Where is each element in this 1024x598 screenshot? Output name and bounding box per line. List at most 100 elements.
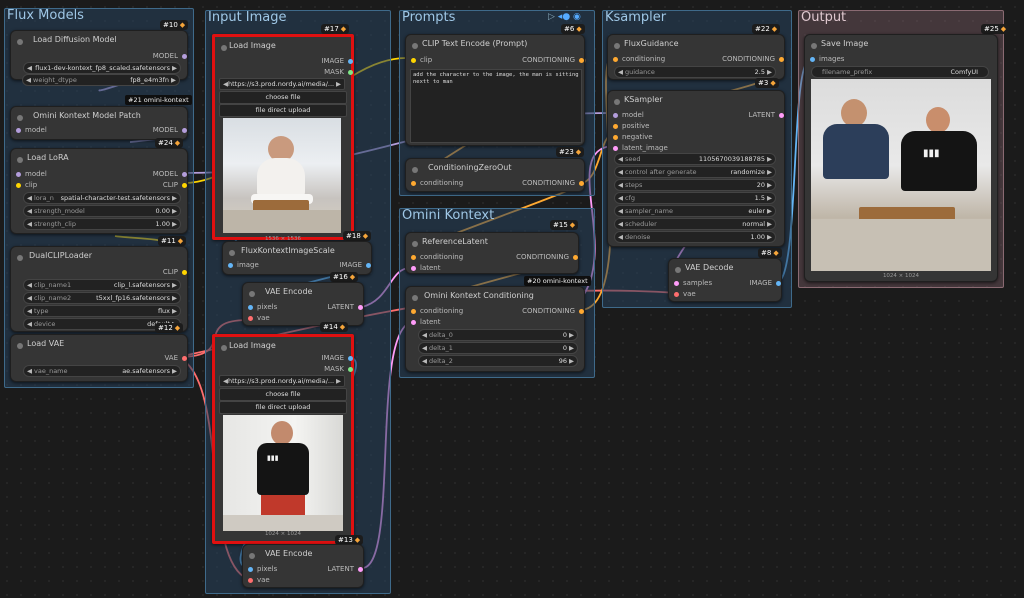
input-vae[interactable]: vae: [248, 314, 270, 322]
node-collapse-dot[interactable]: [614, 99, 620, 105]
input-latent-image[interactable]: latent_image: [613, 144, 668, 152]
output-conditioning[interactable]: CONDITIONING: [522, 307, 584, 315]
eye-icon[interactable]: ◉: [573, 12, 581, 22]
load-lora-node[interactable]: Load LoRA model clip MODEL CLIP ◀ lora_n s…: [10, 148, 188, 234]
output-mask[interactable]: MASK: [324, 68, 353, 76]
dual-clip-loader-node[interactable]: DualCLIPLoader CLIP ◀ clip_name1 clip_l.sa…: [10, 246, 188, 332]
output-latent[interactable]: LATENT: [327, 565, 363, 573]
file-upload-button[interactable]: file direct upload: [219, 401, 347, 414]
output-mask[interactable]: MASK: [324, 365, 353, 373]
output-clip[interactable]: CLIP: [163, 268, 187, 276]
input-conditioning[interactable]: conditioning: [613, 55, 665, 63]
node-collapse-dot[interactable]: [412, 241, 418, 247]
vae-encode-node-2[interactable]: VAE Encode pixels vae LATENT: [242, 544, 364, 588]
sampler-name-combo[interactable]: ◀ sampler_name euler ▶: [614, 205, 776, 217]
node-collapse-dot[interactable]: [229, 250, 235, 256]
lora-name-combo[interactable]: ◀ lora_n spatial-character-test.safetensor…: [23, 192, 181, 204]
choose-file-button[interactable]: choose file: [219, 91, 347, 104]
input-clip[interactable]: clip: [16, 181, 37, 189]
load-diffusion-model-node[interactable]: Load Diffusion Model MODEL ◀ flux1-dev-ko…: [10, 30, 188, 80]
scheduler-combo[interactable]: ◀ scheduler normal ▶: [614, 218, 776, 230]
node-collapse-dot[interactable]: [249, 553, 255, 559]
image-url-combo[interactable]: ◀ https://s3.prod.nordy.ai/media/... ▶: [219, 78, 345, 90]
input-samples[interactable]: samples: [674, 279, 712, 287]
node-collapse-dot[interactable]: [614, 43, 620, 49]
control-after-generate-combo[interactable]: ◀ control after generate randomize ▶: [614, 166, 776, 178]
output-conditioning[interactable]: CONDITIONING: [522, 179, 584, 187]
conditioning-zero-out-node[interactable]: ConditioningZeroOut conditioning CONDITI…: [405, 158, 585, 192]
unet-name-combo[interactable]: ◀ flux1-dev-kontext_fp8_scaled.safetensor…: [23, 62, 181, 74]
node-collapse-dot[interactable]: [249, 291, 255, 297]
node-collapse-dot[interactable]: [412, 43, 418, 49]
input-conditioning[interactable]: conditioning: [411, 253, 463, 261]
delta-2-number[interactable]: ◀ delta_2 96 ▶: [418, 355, 578, 367]
node-collapse-dot[interactable]: [17, 157, 23, 163]
node-collapse-dot[interactable]: [221, 345, 227, 351]
output-image[interactable]: IMAGE: [339, 261, 371, 269]
strength-model-number[interactable]: ◀ strength_model 0.00 ▶: [23, 205, 181, 217]
node-collapse-dot[interactable]: [811, 43, 817, 49]
output-model[interactable]: MODEL: [153, 170, 187, 178]
load-image-node-1[interactable]: Load Image IMAGE MASK ◀ https://s3.prod.n…: [212, 34, 354, 242]
group-toolbar[interactable]: ▷ ◂● ◉: [548, 12, 581, 22]
strength-clip-number[interactable]: ◀ strength_clip 1.00 ▶: [23, 218, 181, 230]
flux-kontext-image-scale-node[interactable]: FluxKontextImageScale image IMAGE: [222, 241, 372, 275]
input-positive[interactable]: positive: [613, 122, 649, 130]
bypass-icon[interactable]: ◂●: [558, 12, 570, 22]
denoise-number[interactable]: ◀ denoise 1.00 ▶: [614, 231, 776, 243]
seed-number[interactable]: ◀ seed 1105670039188785 ▶: [614, 153, 776, 165]
output-image[interactable]: IMAGE: [321, 57, 353, 65]
play-icon[interactable]: ▷: [548, 12, 555, 22]
save-image-node[interactable]: Save Image images filename_prefix ComfyUI…: [804, 34, 998, 282]
choose-file-button[interactable]: choose file: [219, 388, 347, 401]
type-combo[interactable]: ◀ type flux ▶: [23, 305, 181, 317]
clip-text-encode-node[interactable]: CLIP Text Encode (Prompt) clip CONDITION…: [405, 34, 585, 146]
prompt-text-area[interactable]: add the character to the image, the man …: [410, 69, 582, 143]
input-image[interactable]: image: [228, 261, 259, 269]
guidance-number[interactable]: ◀ guidance 2.5 ▶: [614, 66, 776, 78]
input-negative[interactable]: negative: [613, 133, 653, 141]
delta-1-number[interactable]: ◀ delta_1 0 ▶: [418, 342, 578, 354]
node-collapse-dot[interactable]: [17, 255, 23, 261]
delta-0-number[interactable]: ◀ delta_0 0 ▶: [418, 329, 578, 341]
node-collapse-dot[interactable]: [675, 267, 681, 273]
input-pixels[interactable]: pixels: [248, 303, 277, 311]
output-image[interactable]: IMAGE: [749, 279, 781, 287]
vae-encode-node-1[interactable]: VAE Encode pixels vae LATENT: [242, 282, 364, 326]
file-upload-button[interactable]: file direct upload: [219, 104, 347, 117]
ksampler-node[interactable]: KSampler model positive negative latent_…: [607, 90, 785, 247]
input-conditioning[interactable]: conditioning: [411, 179, 463, 187]
node-collapse-dot[interactable]: [412, 295, 418, 301]
steps-number[interactable]: ◀ steps 20 ▶: [614, 179, 776, 191]
input-vae[interactable]: vae: [674, 290, 696, 298]
load-image-node-2[interactable]: Load Image IMAGE MASK ◀ https://s3.prod.n…: [212, 334, 354, 544]
vae-decode-node[interactable]: VAE Decode samples vae IMAGE: [668, 258, 782, 302]
node-collapse-dot[interactable]: [17, 343, 23, 349]
input-model[interactable]: model: [613, 111, 644, 119]
image-url-combo[interactable]: ◀ https://s3.prod.nordy.ai/media/... ▶: [219, 375, 345, 387]
input-vae[interactable]: vae: [248, 576, 270, 584]
cfg-number[interactable]: ◀ cfg 1.5 ▶: [614, 192, 776, 204]
node-collapse-dot[interactable]: [17, 115, 23, 121]
input-conditioning[interactable]: conditioning: [411, 307, 463, 315]
input-model[interactable]: model: [16, 126, 47, 134]
output-clip[interactable]: CLIP: [163, 181, 187, 189]
filename-prefix-field[interactable]: filename_prefix ComfyUI: [811, 66, 989, 78]
input-clip[interactable]: clip: [411, 56, 432, 64]
flux-guidance-node[interactable]: FluxGuidance conditioning CONDITIONING ◀…: [607, 34, 785, 80]
output-latent[interactable]: LATENT: [327, 303, 363, 311]
node-collapse-dot[interactable]: [412, 167, 418, 173]
output-conditioning[interactable]: CONDITIONING: [722, 55, 784, 63]
output-vae[interactable]: VAE: [164, 354, 187, 362]
clip-name2-combo[interactable]: ◀ clip_name2 t5xxl_fp16.safetensors ▶: [23, 292, 181, 304]
node-collapse-dot[interactable]: [17, 39, 23, 45]
input-latent[interactable]: latent: [411, 318, 440, 326]
output-image[interactable]: IMAGE: [321, 354, 353, 362]
clip-name1-combo[interactable]: ◀ clip_name1 clip_l.safetensors ▶: [23, 279, 181, 291]
output-model[interactable]: MODEL: [153, 52, 187, 60]
input-model[interactable]: model: [16, 170, 47, 178]
output-latent[interactable]: LATENT: [748, 111, 784, 119]
reference-latent-node[interactable]: ReferenceLatent conditioning latent COND…: [405, 232, 579, 274]
output-conditioning[interactable]: CONDITIONING: [522, 56, 584, 64]
input-latent[interactable]: latent: [411, 264, 440, 272]
